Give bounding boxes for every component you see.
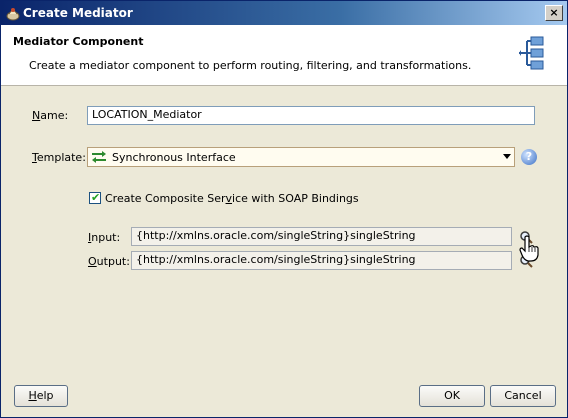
template-value: Synchronous Interface: [112, 151, 236, 164]
dialog-header: Mediator Component Create a mediator com…: [1, 25, 567, 86]
header-title: Mediator Component: [13, 35, 144, 48]
template-dropdown[interactable]: Synchronous Interface: [87, 147, 515, 167]
hand-cursor-icon: [519, 235, 539, 262]
chevron-down-icon[interactable]: [503, 154, 511, 159]
input-field-value: {http://xmlns.oracle.com/singleString}si…: [136, 229, 416, 242]
name-field[interactable]: LOCATION_Mediator: [87, 106, 535, 125]
input-field[interactable]: {http://xmlns.oracle.com/singleString}si…: [131, 227, 512, 246]
output-label-mnemonic: O: [88, 255, 97, 268]
checkbox-label-post: ice with SOAP Bindings: [232, 192, 359, 205]
mediator-cup-icon: [6, 8, 20, 21]
output-field-value: {http://xmlns.oracle.com/singleString}si…: [136, 253, 416, 266]
close-button[interactable]: ×: [545, 5, 563, 21]
template-label-rest: emplate:: [36, 151, 86, 164]
sync-arrows-icon: [92, 151, 106, 163]
input-label: Input:: [88, 231, 120, 244]
header-description: Create a mediator component to perform r…: [29, 59, 472, 72]
output-field[interactable]: {http://xmlns.oracle.com/singleString}si…: [131, 251, 512, 270]
cancel-button[interactable]: Cancel: [490, 385, 556, 407]
help-button[interactable]: Help: [14, 385, 68, 407]
title-bar[interactable]: Create Mediator ×: [1, 1, 567, 25]
help-icon[interactable]: ?: [521, 149, 537, 165]
name-label: Name:: [32, 109, 68, 122]
output-label-rest: utput:: [96, 255, 130, 268]
name-field-value: LOCATION_Mediator: [92, 108, 202, 121]
checkbox-label-pre: Create Composite Ser: [105, 192, 226, 205]
name-label-mnemonic: N: [32, 109, 41, 122]
mediator-component-icon: [519, 36, 544, 70]
composite-service-label[interactable]: Create Composite Service with SOAP Bindi…: [105, 192, 359, 205]
create-mediator-dialog: Create Mediator × Mediator Component Cre…: [0, 0, 568, 418]
input-label-rest: nput:: [91, 231, 121, 244]
template-label: Template:: [32, 151, 86, 164]
help-button-mnemonic: H: [28, 389, 37, 402]
composite-service-checkbox[interactable]: ✔: [89, 191, 101, 204]
window-title: Create Mediator: [23, 6, 133, 20]
name-label-rest: ame:: [40, 109, 69, 122]
checkmark-icon: ✔: [91, 191, 101, 204]
output-label: Output:: [88, 255, 130, 268]
ok-button[interactable]: OK: [419, 385, 485, 407]
help-button-rest: elp: [36, 389, 54, 402]
